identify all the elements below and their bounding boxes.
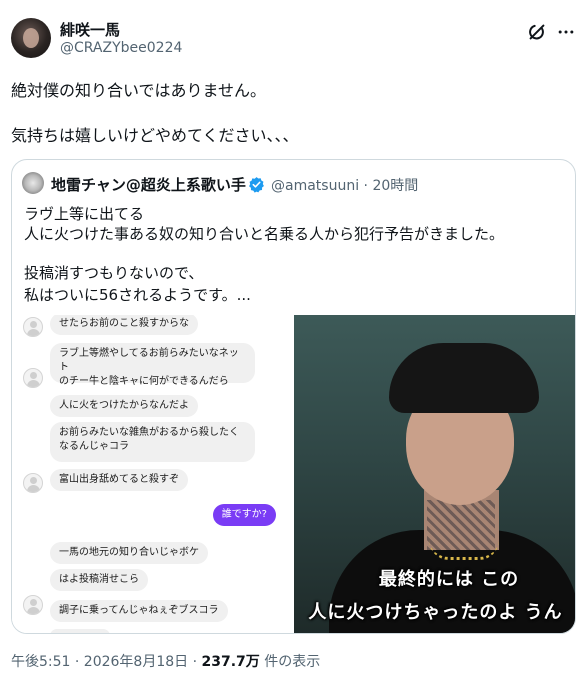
video-subtitle: 人に火つけちゃったのよ うん	[308, 602, 563, 623]
quote-text-line: ラヴ上等に出てる	[24, 205, 145, 223]
chat-bubble: 富山出身舐めてると殺すぞ	[50, 469, 188, 491]
chat-bubble-self: 誰ですか?	[212, 504, 276, 526]
chat-avatar-icon	[23, 595, 43, 615]
quote-text-line: 投稿消すつもりないので、	[24, 264, 204, 282]
chat-bubble: ラブ上等燃やしてるお前らみたいなネット のチー牛と陰キャに何ができるんだら	[50, 343, 255, 387]
author-name[interactable]: 緋咲一馬	[60, 19, 120, 40]
chat-bubble-line: なるんじゃコラ	[59, 441, 129, 452]
more-icon[interactable]	[556, 22, 576, 42]
chat-bubble: 一馬の地元の知り合いじゃボケ	[50, 542, 208, 564]
chat-avatar-icon	[23, 473, 43, 493]
chat-screenshot-image[interactable]: せたらお前のこと殺すからな ラブ上等燃やしてるお前らみたいなネット のチー牛と陰…	[12, 315, 292, 633]
view-count: 237.7万	[201, 654, 260, 670]
chat-bubble-line: ラブ上等燃やしてるお前らみたいなネット	[59, 348, 239, 373]
quote-text-line: 私はついに56されるようです。...	[24, 286, 251, 304]
video-subtitle: 最終的には この	[378, 569, 520, 590]
chat-bubble: はよ投稿消せこら	[50, 569, 148, 591]
chat-bubble: せたらお前のこと殺すからな	[50, 315, 198, 335]
chat-bubble: お前らみたいな雑魚がおるから殺したく なるんじゃコラ	[50, 422, 255, 462]
chat-bubble	[50, 629, 110, 633]
gold-chain	[429, 540, 499, 560]
post-text-line: 気持ちは嬉しいけどやめてください、、、	[11, 126, 299, 145]
post-card: 緋咲一馬 @CRAZYbee0224 絶対僕の知り合いではありません。 気持ちは…	[0, 0, 584, 687]
quote-media[interactable]: せたらお前のこと殺すからな ラブ上等燃やしてるお前らみたいなネット のチー牛と陰…	[12, 315, 575, 633]
quote-author-avatar[interactable]	[22, 172, 44, 194]
chat-bubble-line: のチー牛と陰キャに何ができるんだら	[59, 376, 229, 387]
quote-text-line: 人に火つけた事ある奴の知り合いと名乗る人から犯行予告がきました。	[24, 225, 505, 243]
quote-author-name[interactable]: 地雷チャン@超炎上系歌い手	[51, 174, 246, 195]
video-still-image[interactable]: 最終的には この 人に火つけちゃったのよ うん	[294, 315, 575, 633]
view-count-suffix: 件の表示	[259, 654, 321, 670]
author-handle[interactable]: @CRAZYbee0224	[60, 40, 182, 56]
grok-icon[interactable]	[526, 21, 548, 43]
chat-avatar-icon	[23, 368, 43, 388]
quoted-post[interactable]: 地雷チャン@超炎上系歌い手 @amatsuuni · 20時間 ラヴ上等に出てる…	[11, 159, 576, 634]
chat-bubble: 人に火をつけたからなんだよ	[50, 395, 198, 417]
chat-avatar-icon	[23, 317, 43, 337]
post-text-line: 絶対僕の知り合いではありません。	[11, 81, 267, 100]
person-hair	[389, 343, 539, 413]
chat-bubble: 調子に乗ってんじゃねぇぞブスコラ	[50, 600, 228, 622]
verified-badge-icon	[249, 177, 264, 193]
author-avatar[interactable]	[11, 18, 51, 58]
quote-handle-time[interactable]: @amatsuuni · 20時間	[271, 175, 418, 195]
post-timestamp[interactable]: 午後5:51 · 2026年8月18日 ·	[11, 654, 202, 670]
chat-bubble-line: お前らみたいな雑魚がおるから殺したく	[59, 427, 239, 438]
post-footer: 午後5:51 · 2026年8月18日 · 237.7万 件の表示	[11, 651, 320, 671]
